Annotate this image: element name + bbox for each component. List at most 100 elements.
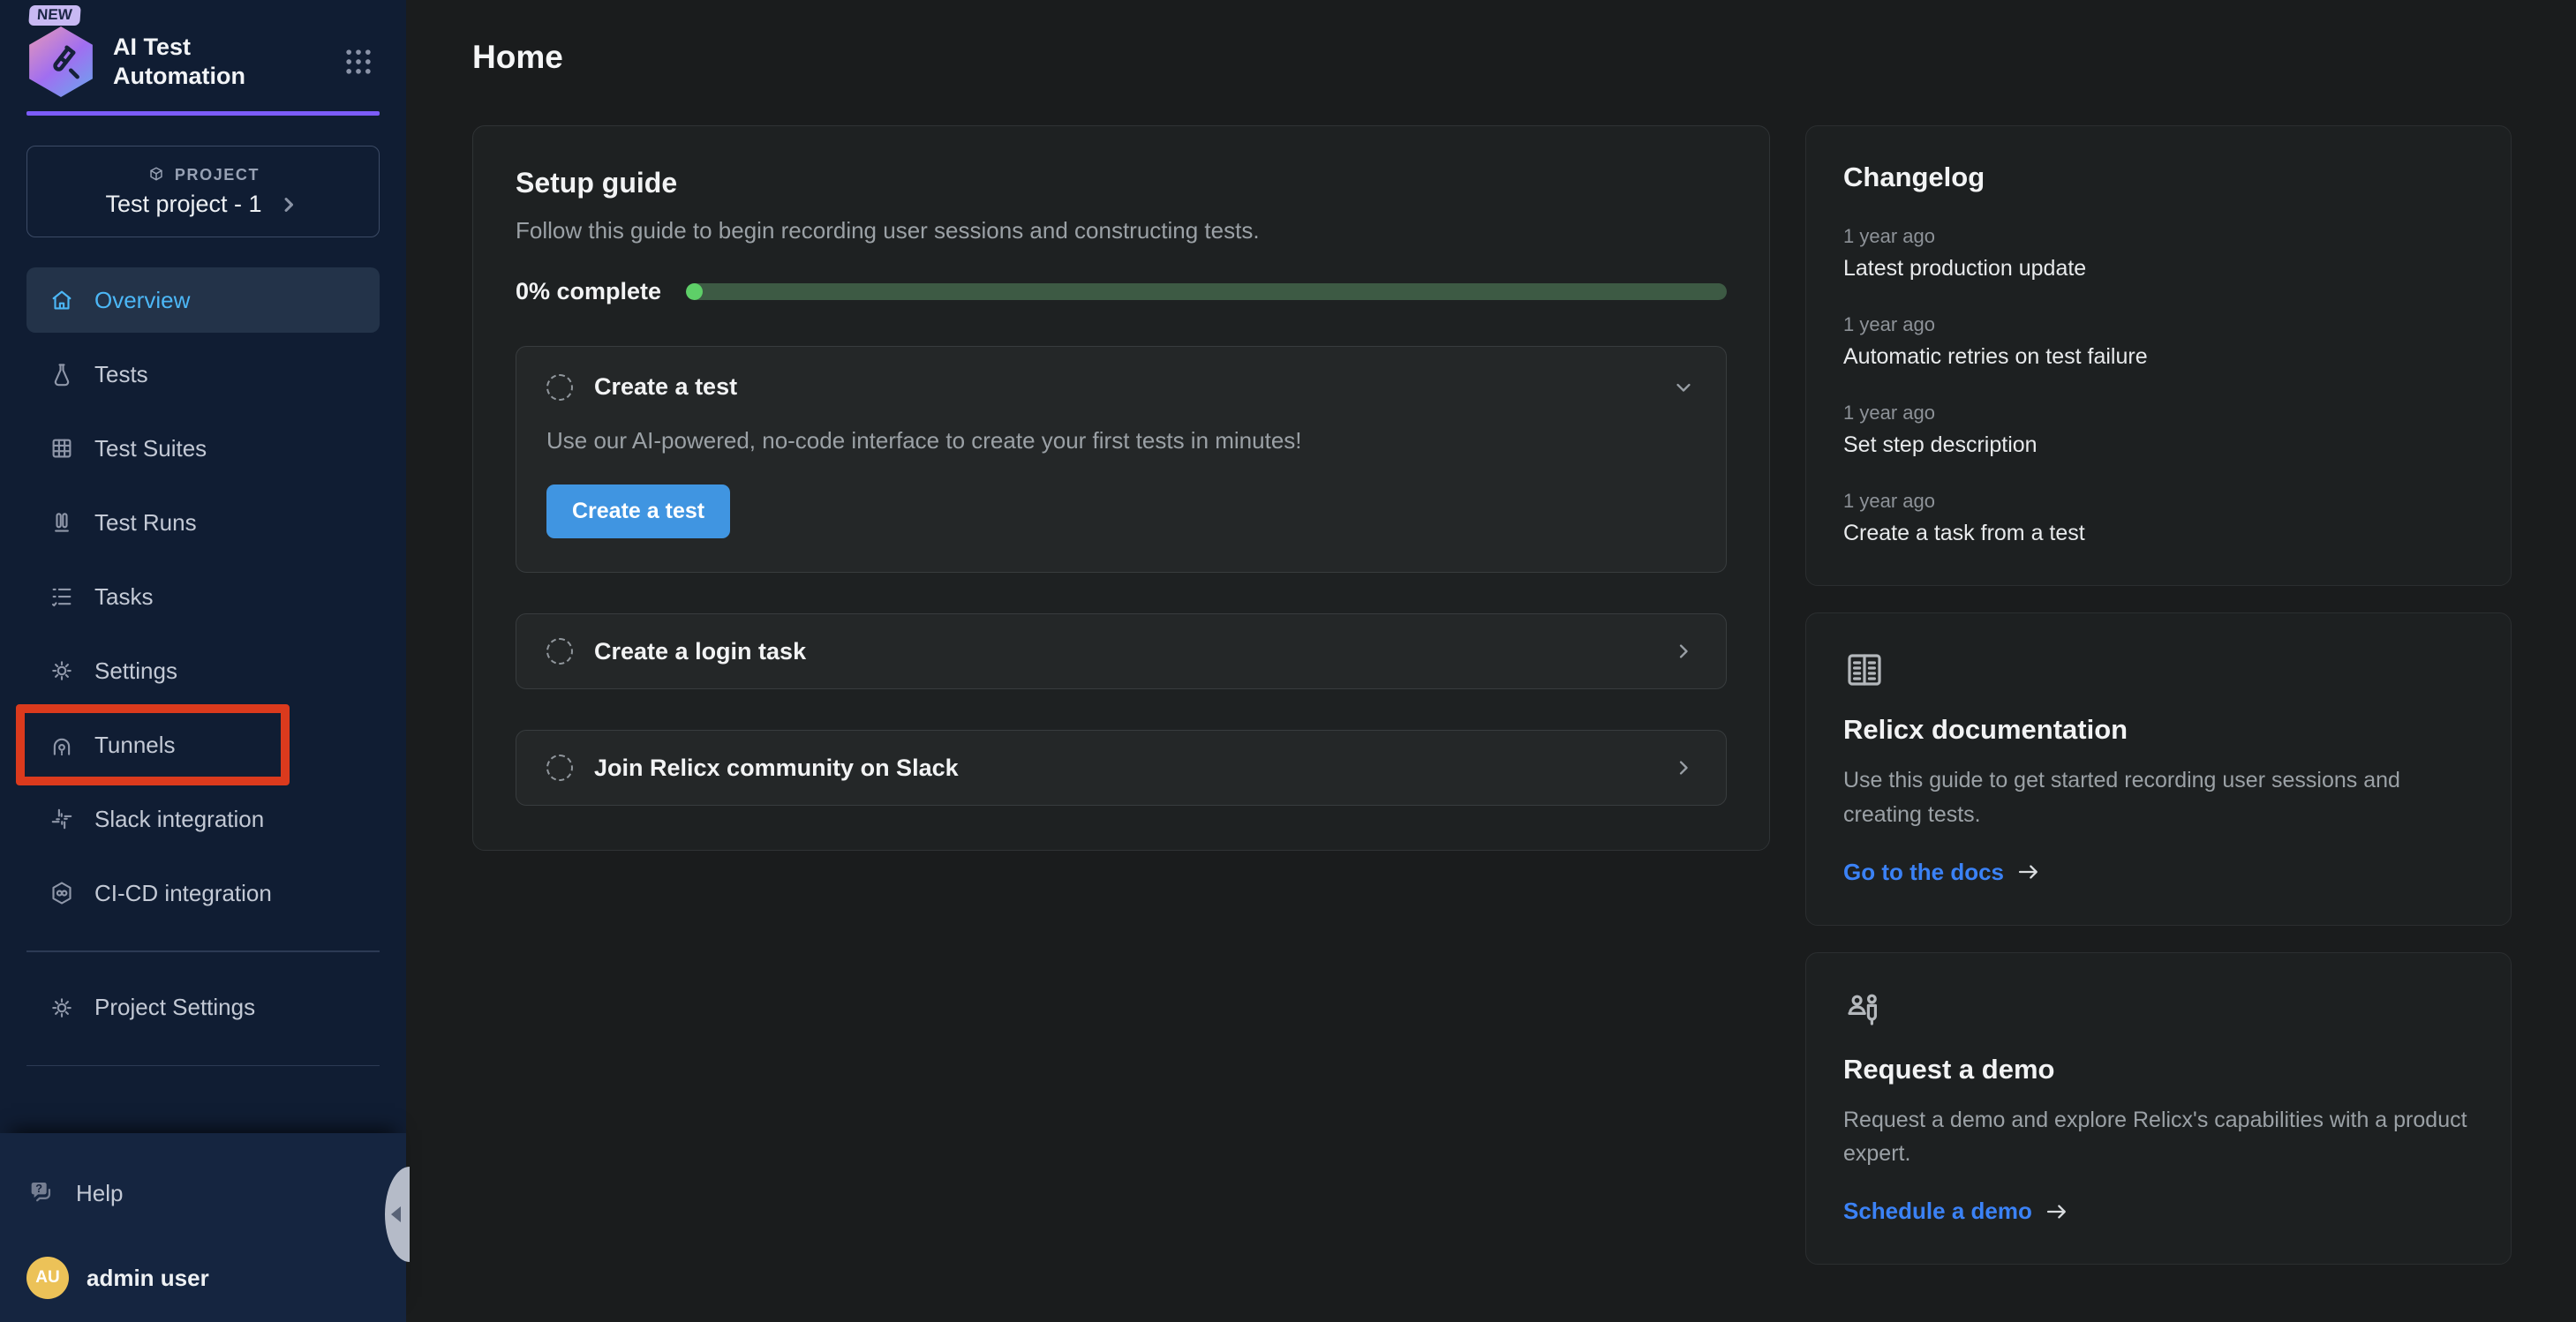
docs-title: Relicx documentation (1843, 714, 2474, 746)
newspaper-icon (1843, 649, 1886, 691)
svg-text:?: ? (35, 1182, 42, 1195)
brand-divider (26, 111, 380, 116)
sidebar-item-label: Test Runs (94, 509, 197, 537)
entry-title: Set step description (1843, 432, 2474, 458)
sidebar-item-slack-integration[interactable]: Slack integration (26, 786, 380, 852)
sidebar-nav: Overview Tests Test Suites Test Runs (0, 267, 406, 926)
app-logo (26, 26, 95, 97)
step-incomplete-icon (546, 755, 573, 781)
sidebar-item-label: Project Settings (94, 994, 255, 1021)
gear-icon (49, 995, 75, 1021)
project-selector-value: Test project - 1 (105, 191, 300, 218)
progress-label: 0% complete (516, 278, 661, 305)
create-test-button[interactable]: Create a test (546, 484, 730, 538)
sidebar-item-tunnels[interactable]: Tunnels (26, 712, 380, 777)
sidebar-item-tests[interactable]: Tests (26, 342, 380, 407)
tunnel-icon (49, 732, 75, 758)
documentation-card: Relicx documentation Use this guide to g… (1805, 612, 2512, 926)
demo-link-label: Schedule a demo (1843, 1198, 2032, 1225)
entry-time: 1 year ago (1843, 225, 2474, 248)
sidebar-item-label: Overview (94, 287, 190, 314)
step-incomplete-icon (546, 638, 573, 665)
step-title: Create a login task (594, 638, 806, 665)
users-icon (1843, 988, 1886, 1031)
sidebar-item-overview[interactable]: Overview (26, 267, 380, 333)
step-incomplete-icon (546, 374, 573, 401)
page-title: Home (472, 39, 2512, 76)
entry-time: 1 year ago (1843, 313, 2474, 336)
entry-title: Latest production update (1843, 256, 2474, 282)
content-row: Setup guide Follow this guide to begin r… (472, 125, 2512, 1265)
slack-icon (49, 806, 75, 832)
step-row-slack-community[interactable]: Join Relicx community on Slack (516, 730, 1727, 806)
sidebar: NEW AI Test Automation (0, 0, 406, 1322)
demo-link[interactable]: Schedule a demo (1843, 1198, 2069, 1225)
aside-column: Changelog 1 year ago Latest production u… (1805, 125, 2512, 1265)
app-title: AI Test Automation (113, 33, 270, 91)
changelog-entry[interactable]: 1 year ago Set step description (1843, 402, 2474, 458)
entry-title: Automatic retries on test failure (1843, 344, 2474, 370)
sidebar-item-label: Settings (94, 657, 177, 685)
project-name: Test project - 1 (105, 191, 261, 218)
demo-title: Request a demo (1843, 1054, 2474, 1085)
grid-dots-icon (341, 44, 376, 79)
changelog-card: Changelog 1 year ago Latest production u… (1805, 125, 2512, 586)
cicd-hexagon-icon (49, 880, 75, 906)
changelog-entry[interactable]: 1 year ago Create a task from a test (1843, 490, 2474, 546)
table-grid-icon (49, 435, 75, 462)
sidebar-item-project-settings[interactable]: Project Settings (26, 975, 380, 1040)
app-header: AI Test Automation (0, 0, 406, 97)
project-selector-header: PROJECT (147, 165, 260, 184)
sidebar-item-tasks[interactable]: Tasks (26, 564, 380, 629)
test-tube-icon (38, 39, 84, 85)
step-description: Use our AI-powered, no-code interface to… (546, 427, 1696, 454)
flask-icon (49, 361, 75, 387)
chevron-right-icon (276, 192, 301, 217)
arrow-right-icon (2045, 1199, 2069, 1224)
user-name: admin user (87, 1265, 209, 1292)
help-chat-icon: ? (26, 1178, 56, 1208)
changelog-title: Changelog (1843, 161, 2474, 193)
docs-link[interactable]: Go to the docs (1843, 859, 2041, 886)
chevron-right-icon (1671, 639, 1696, 664)
entry-time: 1 year ago (1843, 402, 2474, 424)
step-row-login-task[interactable]: Create a login task (516, 613, 1727, 689)
sidebar-item-help[interactable]: ? Help (26, 1165, 380, 1221)
sidebar-item-label: Test Suites (94, 435, 207, 462)
sidebar-item-label: Tasks (94, 583, 153, 611)
sidebar-item-label: CI-CD integration (94, 880, 272, 907)
setup-guide-card: Setup guide Follow this guide to begin r… (472, 125, 1770, 851)
user-menu[interactable]: AU admin user (26, 1257, 380, 1299)
home-icon (49, 287, 75, 313)
step-header[interactable]: Create a test (546, 373, 1696, 401)
demo-description: Request a demo and explore Relicx's capa… (1843, 1103, 2474, 1172)
step-title: Create a test (594, 373, 737, 401)
sidebar-item-label: Tunnels (94, 732, 176, 759)
avatar: AU (26, 1257, 69, 1299)
step-card-create-test: Create a test Use our AI-powered, no-cod… (516, 346, 1727, 573)
sidebar-item-settings[interactable]: Settings (26, 638, 380, 703)
sidebar-bottom-panel: ? Help AU admin user (0, 1133, 406, 1322)
project-selector[interactable]: PROJECT Test project - 1 (26, 146, 380, 237)
gear-icon (49, 657, 75, 684)
sidebar-item-cicd-integration[interactable]: CI-CD integration (26, 860, 380, 926)
main-area: Home Setup guide Follow this guide to be… (406, 0, 2576, 1322)
columns-icon (49, 509, 75, 536)
docs-description: Use this guide to get started recording … (1843, 763, 2474, 832)
sidebar-item-test-runs[interactable]: Test Runs (26, 490, 380, 555)
sidebar-divider (26, 950, 380, 952)
chevron-right-icon (1671, 755, 1696, 780)
chevron-down-icon (1671, 375, 1696, 400)
changelog-entry[interactable]: 1 year ago Automatic retries on test fai… (1843, 313, 2474, 370)
sidebar-item-label: Tests (94, 361, 148, 388)
step-title: Join Relicx community on Slack (594, 755, 959, 782)
sidebar-item-test-suites[interactable]: Test Suites (26, 416, 380, 481)
arrow-right-icon (2016, 860, 2041, 884)
apps-grid-button[interactable] (337, 41, 380, 83)
sidebar-collapse-handle[interactable] (385, 1167, 410, 1262)
task-list-icon (49, 583, 75, 610)
entry-time: 1 year ago (1843, 490, 2474, 513)
setup-guide-title: Setup guide (516, 167, 1727, 199)
setup-guide-description: Follow this guide to begin recording use… (516, 217, 1727, 244)
changelog-entry[interactable]: 1 year ago Latest production update (1843, 225, 2474, 282)
